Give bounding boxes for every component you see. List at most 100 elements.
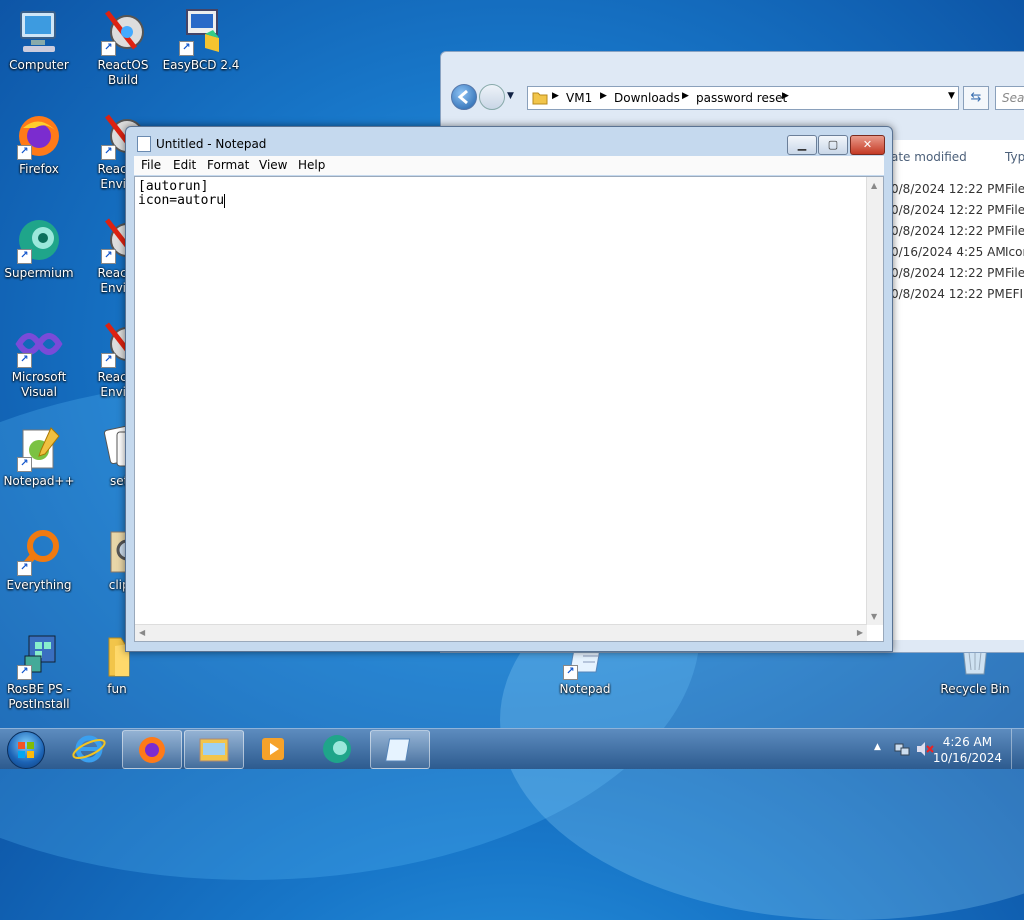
notepad-icon [385,738,411,762]
volume-muted-icon[interactable] [916,741,934,757]
clock[interactable]: 4:26 AM 10/16/2024 [933,734,1002,766]
shortcut-arrow-icon: ↗ [101,145,116,160]
shortcut-arrow-icon: ↗ [101,41,116,56]
file-row[interactable]: 0/8/2024 12:22 PM EFI [891,284,1024,305]
text-editor[interactable]: [autorun] icon=autoru ▲ ▼ ◀ ▶ [134,176,884,642]
breadcrumb-sep-icon: ▶ [600,91,607,101]
file-list: ate modified Typ 0/8/2024 12:22 PM File 0… [891,140,1024,640]
menu-help[interactable]: Help [298,158,325,172]
shortcut-arrow-icon: ↗ [101,249,116,264]
address-dropdown-icon[interactable]: ▼ [948,91,955,101]
explorer-address-bar: ▼ ▶ VM1 ▶ Downloads ▶ password reset ▶ ▼… [449,82,1024,112]
refresh-button[interactable]: ⇆ [963,86,989,110]
notepad-window[interactable]: Untitled - Notepad ▁ ▢ ✕ File Edit Forma… [125,126,893,652]
menu-file[interactable]: File [141,158,161,172]
forward-button[interactable] [479,84,505,110]
reactos-icon: ↗ [99,8,147,56]
back-button[interactable] [451,84,477,110]
editor-line: icon=autoru [138,193,225,208]
internet-explorer-icon [72,735,106,763]
breadcrumb-vm1[interactable]: VM1 [566,91,592,105]
easybcd-icon: ↗ [177,8,225,56]
horizontal-scrollbar[interactable]: ◀ ▶ [135,624,867,641]
editor-line: [autorun] [138,179,209,194]
vertical-scrollbar[interactable]: ▲ ▼ [866,177,883,625]
scroll-right-icon[interactable]: ▶ [857,628,863,637]
menu-format[interactable]: Format [207,158,249,172]
window-title: Untitled - Notepad [156,137,267,151]
text-caret [224,194,226,208]
shortcut-arrow-icon: ↗ [17,457,32,472]
file-explorer-icon [199,738,229,762]
show-hidden-icons-button[interactable]: ▲ [874,742,881,752]
taskbar: ▲ 4:26 AM 10/16/2024 [0,728,1024,769]
desktop-icon-visual-studio[interactable]: ↗ Microsoft Visual Stud... [0,320,78,400]
firefox-icon: ↗ [15,112,63,160]
taskbar-media-player[interactable] [246,730,304,767]
breadcrumb-sep-icon: ▶ [782,91,789,101]
breadcrumb-sep-icon: ▶ [682,91,689,101]
show-desktop-button[interactable] [1011,729,1024,769]
shortcut-arrow-icon: ↗ [17,353,32,368]
minimize-button[interactable]: ▁ [787,135,817,155]
supermium-icon: ↗ [15,216,63,264]
taskbar-internet-explorer[interactable] [60,730,118,767]
firefox-icon [139,737,165,763]
desktop-icon-notepadpp[interactable]: ↗ Notepad++ [0,424,78,489]
folder-icon [532,92,548,105]
column-header-date[interactable]: ate modified [891,150,967,164]
file-row[interactable]: 0/8/2024 12:22 PM File [891,179,1024,200]
shortcut-arrow-icon: ↗ [17,665,32,680]
windows-logo-icon [18,742,34,758]
file-row[interactable]: 0/8/2024 12:22 PM File [891,263,1024,284]
network-icon[interactable] [894,741,910,757]
address-input[interactable]: ▶ VM1 ▶ Downloads ▶ password reset ▶ ▼ [527,86,959,110]
desktop-icon-rosbe[interactable]: ↗ RosBE PS - PostInstall [0,632,78,712]
notepad-icon [137,136,151,152]
shortcut-arrow-icon: ↗ [563,665,578,680]
desktop-icon-computer[interactable]: Computer [0,8,78,73]
search-input[interactable]: Search [995,86,1024,110]
desktop-icon-reactos-build[interactable]: ↗ ReactOS Build Environmen... [84,8,162,88]
breadcrumb-password-reset[interactable]: password reset [696,91,787,105]
notepadpp-icon: ↗ [15,424,63,472]
supermium-icon [323,735,351,763]
desktop-icon-easybcd[interactable]: ↗ EasyBCD 2.4 [162,8,240,73]
computer-icon [15,8,63,56]
taskbar-firefox[interactable] [122,730,182,769]
desktop-icon-supermium[interactable]: ↗ Supermium [0,216,78,281]
taskbar-supermium[interactable] [308,730,366,767]
media-player-icon [262,738,284,760]
menu-view[interactable]: View [259,158,287,172]
desktop-icon-firefox[interactable]: ↗ Firefox [0,112,78,177]
column-header-type[interactable]: Typ [1005,150,1024,164]
shortcut-arrow-icon: ↗ [17,249,32,264]
breadcrumb-downloads[interactable]: Downloads [614,91,680,105]
shortcut-arrow-icon: ↗ [17,145,32,160]
registry-icon: ↗ [15,632,63,680]
arrow-left-icon [457,89,468,105]
file-row[interactable]: 0/8/2024 12:22 PM File [891,221,1024,242]
file-row[interactable]: 0/16/2024 4:25 AMIcon [891,242,1024,263]
visual-studio-icon: ↗ [15,320,63,368]
file-row[interactable]: 0/8/2024 12:22 PM File [891,200,1024,221]
taskbar-file-explorer[interactable] [184,730,244,769]
scroll-up-icon[interactable]: ▲ [871,181,877,190]
close-button[interactable]: ✕ [850,135,885,155]
desktop-icon-everything[interactable]: ↗ Everything [0,528,78,593]
menu-edit[interactable]: Edit [173,158,196,172]
recent-pages-dropdown-icon[interactable]: ▼ [507,91,514,101]
clock-time: 4:26 AM [942,735,993,749]
start-button[interactable] [7,731,45,769]
shortcut-arrow-icon: ↗ [17,561,32,576]
everything-icon: ↗ [15,528,63,576]
editor-content: [autorun] icon=autoru [138,179,226,208]
system-tray: ▲ 4:26 AM 10/16/2024 [864,729,1024,769]
scroll-down-icon[interactable]: ▼ [871,612,877,621]
shortcut-arrow-icon: ↗ [101,353,116,368]
taskbar-notepad[interactable] [370,730,430,769]
shortcut-arrow-icon: ↗ [179,41,194,56]
breadcrumb-sep-icon: ▶ [552,91,559,101]
scroll-left-icon[interactable]: ◀ [139,628,145,637]
maximize-button[interactable]: ▢ [818,135,848,155]
